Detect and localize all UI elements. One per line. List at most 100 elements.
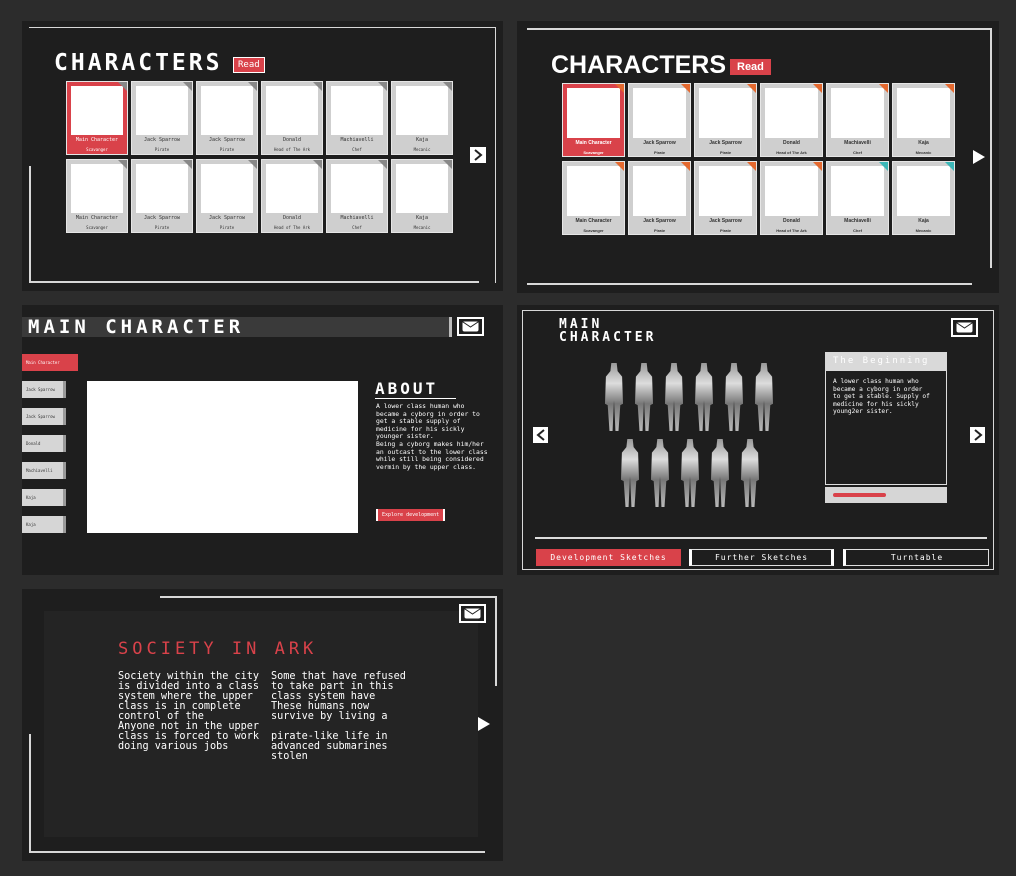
character-name: Jack Sparrow — [208, 137, 246, 143]
nav-item-main-character[interactable]: Main Character — [22, 354, 78, 371]
character-role: Chef — [352, 225, 362, 230]
character-name: Jack Sparrow — [643, 140, 676, 146]
mail-icon[interactable] — [457, 317, 484, 336]
character-card[interactable]: Donald Head of The Ark — [760, 83, 823, 157]
tab-development-sketches[interactable]: Development Sketches — [536, 549, 681, 566]
nav-item[interactable]: Jack Sparrow — [22, 381, 66, 398]
character-card[interactable]: Jack Sparrow Pirate — [694, 83, 757, 157]
character-image — [87, 381, 358, 533]
character-thumbnail — [897, 88, 950, 138]
nav-item[interactable]: Kaja — [22, 516, 66, 533]
character-card[interactable]: Jack Sparrow Pirate — [196, 159, 258, 233]
character-card[interactable]: Main Character Scavanger — [562, 161, 625, 235]
character-role: Scavanger — [583, 150, 604, 155]
character-role: Mecanic — [413, 147, 431, 152]
corner-tab — [183, 160, 192, 169]
page-title: SOCIETY IN ARK — [118, 639, 318, 659]
character-thumbnail — [136, 86, 188, 135]
character-card[interactable]: Donald Head of The Ark — [261, 81, 323, 155]
character-name: Machiavelli — [340, 137, 374, 143]
corner-tab — [615, 84, 624, 93]
society-text-col1: Society within the city is divided into … — [118, 671, 260, 752]
tab-further-sketches[interactable]: Further Sketches — [689, 549, 834, 566]
character-card[interactable]: Jack Sparrow Pirate — [694, 161, 757, 235]
character-card[interactable]: Jack Sparrow Pirate — [131, 81, 193, 155]
character-card[interactable]: Main Character Scavanger — [66, 81, 128, 155]
character-thumbnail — [567, 166, 620, 216]
character-thumbnail — [201, 86, 253, 135]
character-name: Jack Sparrow — [143, 215, 181, 221]
mail-icon[interactable] — [459, 604, 486, 623]
character-role: Mecanic — [915, 228, 932, 233]
character-thumbnail — [633, 166, 686, 216]
character-role: Chef — [853, 150, 862, 155]
character-card[interactable]: Machiavelli Chef — [826, 83, 889, 157]
progress-bar-fill — [833, 493, 886, 497]
frame-top-line — [527, 28, 992, 30]
character-card[interactable]: Kaja Mecanic — [391, 159, 453, 233]
character-thumbnail — [699, 88, 752, 138]
character-thumbnail — [567, 88, 620, 138]
corner-tab — [879, 162, 888, 171]
title-line-2: CHARACTER — [559, 330, 657, 345]
corner-tab — [118, 82, 127, 91]
tab-turntable[interactable]: Turntable — [843, 549, 989, 566]
character-card[interactable]: Donald Head of The Ark — [760, 161, 823, 235]
character-role: Scavanger — [583, 228, 604, 233]
character-role: Chef — [853, 228, 862, 233]
character-name: Jack Sparrow — [208, 215, 246, 221]
character-card[interactable]: Jack Sparrow Pirate — [628, 161, 691, 235]
explore-development-button[interactable]: Explore development — [376, 509, 446, 521]
character-card[interactable]: Jack Sparrow Pirate — [196, 81, 258, 155]
character-name: Kaja — [918, 140, 929, 146]
character-thumbnail — [201, 164, 253, 213]
character-role: Mecanic — [413, 225, 431, 230]
character-role: Head of The Ark — [273, 225, 311, 230]
character-role: Pirate — [154, 225, 170, 230]
character-name: Kaja — [415, 215, 429, 221]
character-role: Head of The Ark — [273, 147, 311, 152]
character-name: Machiavelli — [340, 215, 374, 221]
character-card[interactable]: Main Character Scavanger — [66, 159, 128, 233]
chevron-right-icon[interactable] — [470, 147, 486, 163]
character-card[interactable]: Kaja Mecanic — [391, 81, 453, 155]
character-role: Pirate — [219, 147, 235, 152]
character-card[interactable]: Jack Sparrow Pirate — [131, 159, 193, 233]
character-role: Chef — [352, 147, 362, 152]
character-card[interactable]: Kaja Mecanic — [892, 161, 955, 235]
play-right-icon[interactable] — [477, 716, 491, 732]
about-text: A lower class human who became a cyborg … — [376, 402, 488, 471]
character-card[interactable]: Machiavelli Chef — [326, 159, 388, 233]
character-card[interactable]: Donald Head of The Ark — [261, 159, 323, 233]
mail-icon[interactable] — [951, 318, 978, 337]
frame-right-line — [990, 28, 992, 268]
nav-item[interactable]: Kaja — [22, 489, 66, 506]
chevron-left-icon[interactable] — [533, 427, 548, 443]
frame-bottom-line — [29, 851, 485, 853]
frame-bottom-line — [527, 283, 972, 285]
character-role: Pirate — [653, 150, 666, 155]
character-card[interactable]: Main Character Scavanger — [562, 83, 625, 157]
nav-item[interactable]: Machiavelli — [22, 462, 66, 479]
character-name: Donald — [282, 215, 302, 221]
read-badge[interactable]: Read — [730, 59, 771, 75]
character-card[interactable]: Jack Sparrow Pirate — [628, 83, 691, 157]
character-card[interactable]: Kaja Mecanic — [892, 83, 955, 157]
read-badge[interactable]: Read — [233, 57, 265, 73]
character-card[interactable]: Machiavelli Chef — [326, 81, 388, 155]
corner-tab — [945, 162, 954, 171]
panel-characters-clean: CHARACTERS Read Main Character Scavanger J… — [517, 21, 999, 293]
character-thumbnail — [266, 86, 318, 135]
corner-tab — [945, 84, 954, 93]
play-right-icon[interactable] — [972, 149, 986, 165]
panel-main-character-sketches: MAIN CHARACTER The Beginning A lower cla… — [517, 305, 999, 575]
character-name: Jack Sparrow — [709, 140, 742, 146]
nav-item[interactable]: Donald — [22, 435, 66, 452]
tabs-divider — [535, 537, 987, 539]
nav-item[interactable]: Jack Sparrow — [22, 408, 66, 425]
character-card[interactable]: Machiavelli Chef — [826, 161, 889, 235]
corner-tab — [443, 82, 452, 91]
character-role: Pirate — [154, 147, 170, 152]
chevron-right-icon[interactable] — [970, 427, 985, 443]
character-thumbnail — [71, 86, 123, 135]
